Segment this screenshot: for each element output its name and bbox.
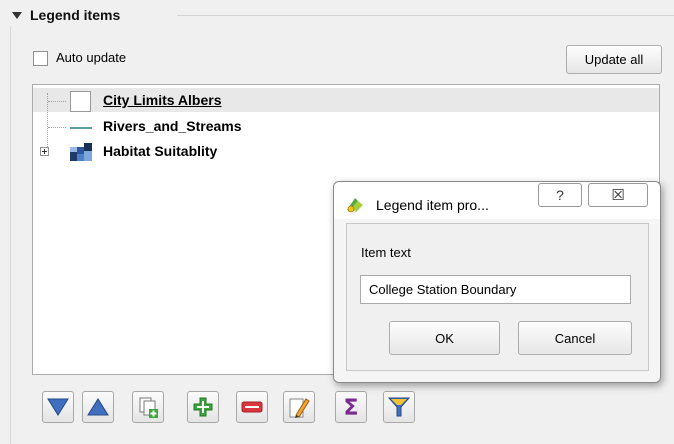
tree-branch-line — [47, 93, 48, 155]
remove-item-button[interactable] — [236, 391, 268, 423]
tree-item-label[interactable]: Rivers_and_Streams — [103, 118, 242, 134]
raster-symbol-icon — [70, 143, 92, 161]
edit-item-button[interactable] — [283, 391, 315, 423]
auto-update-label[interactable]: Auto update — [56, 50, 126, 65]
qgis-app-icon — [347, 198, 363, 213]
svg-text:Σ: Σ — [343, 396, 358, 418]
tree-item-label[interactable]: City Limits Albers — [103, 92, 222, 108]
pencil-icon — [289, 398, 310, 418]
auto-update-checkbox[interactable] — [33, 51, 48, 66]
add-group-button[interactable] — [132, 391, 164, 423]
tree-item-label[interactable]: Habitat Suitablity — [103, 143, 217, 159]
triangle-up-icon — [87, 398, 109, 416]
filter-icon — [388, 397, 410, 417]
dialog-title: Legend item pro... — [376, 197, 489, 213]
tree-branch-line — [48, 127, 66, 128]
item-text-label: Item text — [361, 245, 411, 260]
item-text-input[interactable]: College Station Boundary — [360, 275, 631, 304]
cancel-button[interactable]: Cancel — [518, 321, 632, 355]
line-symbol-icon — [70, 127, 92, 129]
section-border — [10, 26, 11, 444]
move-up-button[interactable] — [82, 391, 114, 423]
filter-legend-button[interactable] — [383, 391, 415, 423]
tree-branch-line — [48, 101, 66, 102]
minus-icon — [241, 401, 263, 413]
close-button[interactable]: ☒ — [588, 183, 648, 207]
move-down-button[interactable] — [42, 391, 74, 423]
triangle-down-icon — [47, 398, 69, 416]
ok-button[interactable]: OK — [389, 321, 500, 355]
section-title[interactable]: Legend items — [30, 7, 120, 23]
add-item-button[interactable] — [187, 391, 219, 423]
help-button[interactable]: ? — [538, 183, 582, 207]
update-all-button[interactable]: Update all — [566, 45, 662, 74]
plus-icon — [193, 397, 213, 417]
add-group-icon — [139, 397, 158, 418]
expand-plus-icon[interactable] — [40, 147, 49, 156]
section-divider — [177, 15, 674, 16]
polygon-symbol-icon — [70, 91, 91, 112]
count-features-button[interactable]: Σ — [335, 391, 367, 423]
sigma-icon: Σ — [343, 396, 358, 418]
collapse-arrow-icon[interactable] — [12, 12, 22, 19]
